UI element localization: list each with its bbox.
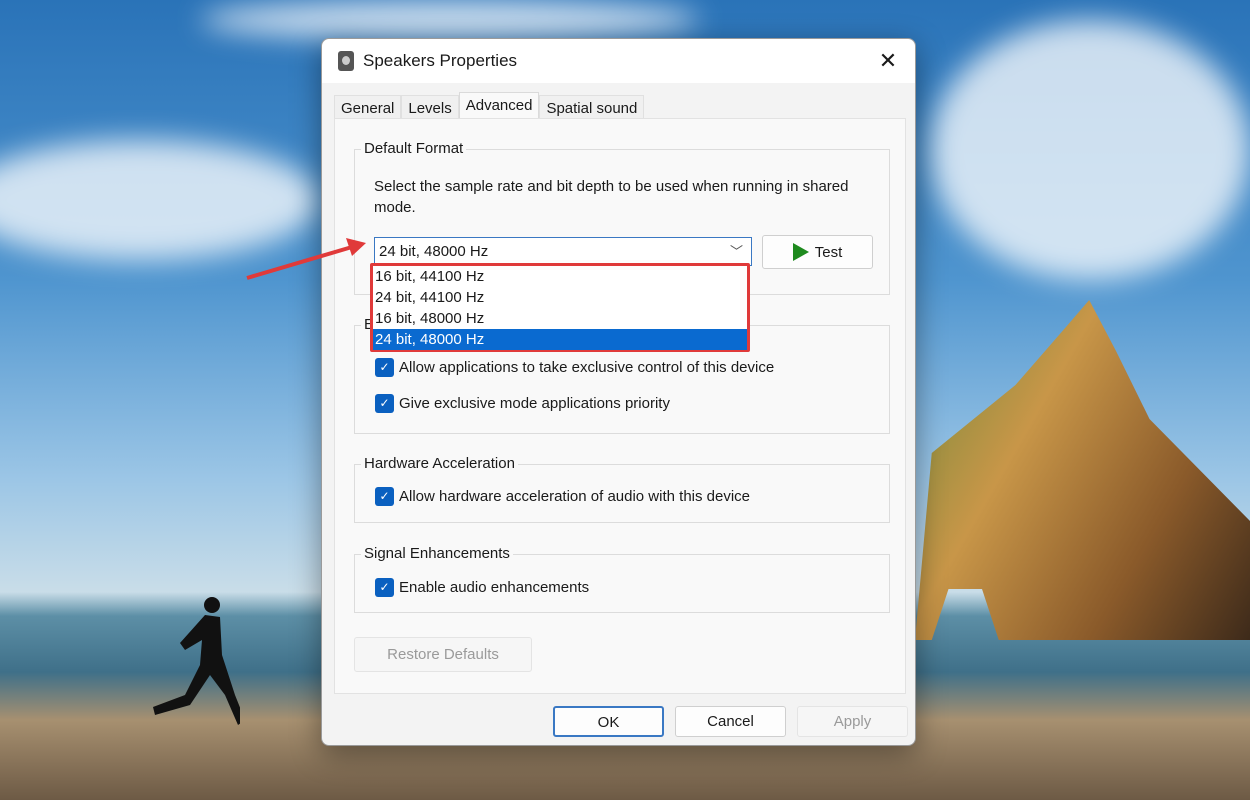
annotation-arrow <box>246 238 366 280</box>
